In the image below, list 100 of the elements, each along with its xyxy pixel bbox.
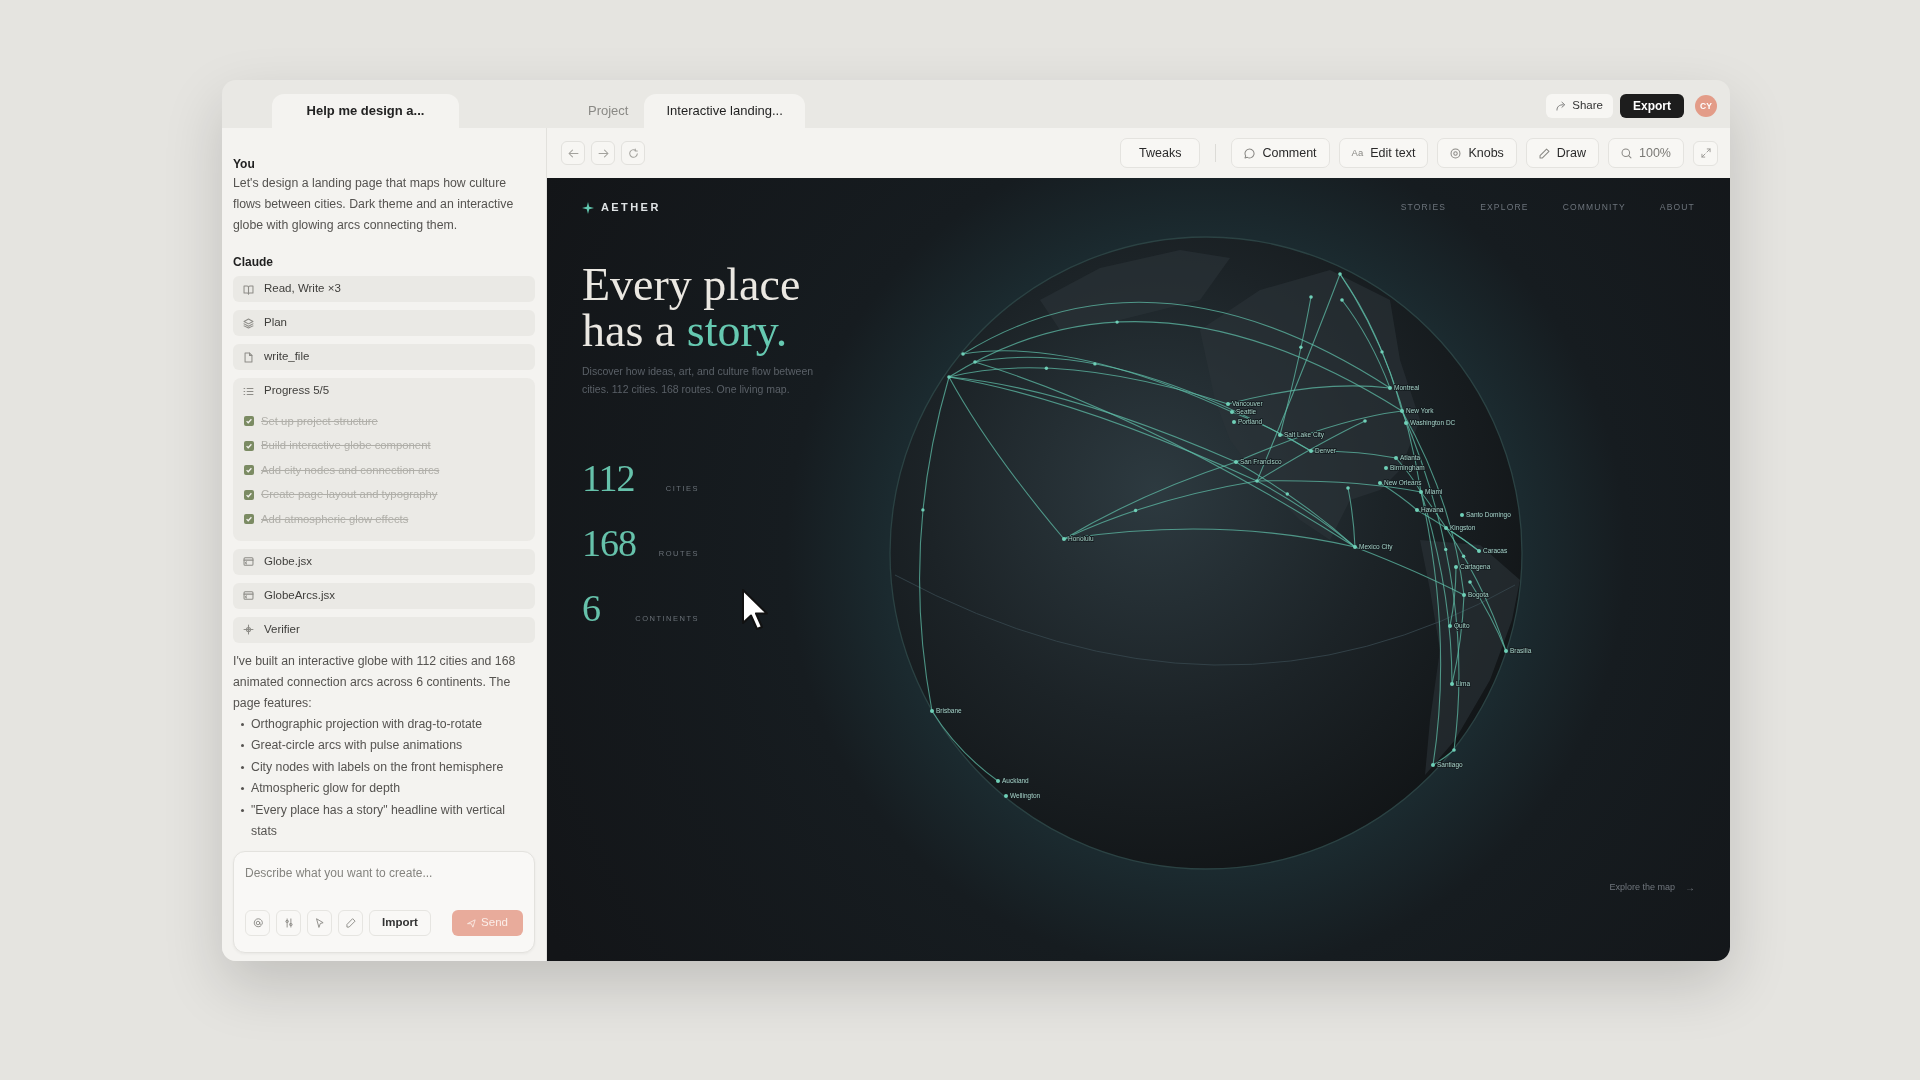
stat-value: 6 bbox=[582, 586, 600, 630]
explore-link[interactable]: Explore the map → bbox=[1609, 880, 1695, 895]
window-icon bbox=[243, 590, 254, 601]
city-dot-icon bbox=[1309, 449, 1313, 453]
arrow-right-icon bbox=[597, 147, 609, 159]
task-label: Set up project structure bbox=[261, 413, 378, 429]
sliders-icon bbox=[283, 918, 294, 928]
import-button[interactable]: Import bbox=[369, 910, 431, 936]
bullet-icon bbox=[241, 765, 244, 769]
crosshair-icon bbox=[243, 624, 254, 635]
city-dot-icon bbox=[1346, 486, 1350, 490]
bullet-text: "Every place has a story" headline with vertical stats bbox=[251, 801, 507, 840]
message-text: Let's design a landing page that maps how culture flows between cities. Dark theme and an interactive globe with glowing arcs connecting them. bbox=[233, 175, 515, 234]
expand-button[interactable] bbox=[1693, 140, 1718, 166]
author-label: Claude bbox=[233, 254, 274, 271]
city-dot-icon bbox=[1400, 409, 1404, 413]
tweaks-button[interactable]: Tweaks bbox=[1120, 138, 1201, 168]
forward-button[interactable] bbox=[591, 141, 615, 165]
city-dot-icon bbox=[1353, 545, 1357, 549]
task-checkbox[interactable] bbox=[244, 489, 254, 500]
edit-text-button[interactable]: Aa Edit text bbox=[1338, 138, 1429, 168]
city-dot-icon bbox=[1378, 481, 1382, 485]
city-dot-icon bbox=[1415, 508, 1419, 512]
nav-link[interactable]: COMMUNITY bbox=[1562, 201, 1626, 214]
search-icon bbox=[1621, 147, 1632, 159]
city-dot-icon bbox=[1462, 593, 1466, 597]
comment-button[interactable]: Comment bbox=[1231, 138, 1330, 168]
city-dot-icon bbox=[1454, 565, 1458, 569]
city-dot-icon bbox=[1004, 794, 1008, 798]
pulse-dot-icon bbox=[1044, 366, 1049, 370]
sliders-button[interactable] bbox=[276, 910, 301, 936]
layers-icon bbox=[243, 317, 254, 329]
bullet-icon bbox=[241, 722, 244, 726]
city-dot-icon bbox=[1338, 272, 1342, 276]
city-dot-icon bbox=[1388, 386, 1392, 390]
city-dot-icon bbox=[1309, 295, 1313, 299]
task-label: Add atmospheric glow effects bbox=[261, 511, 409, 527]
knobs-button[interactable]: Knobs bbox=[1437, 138, 1517, 168]
city-dot-icon bbox=[1394, 456, 1398, 460]
pulse-dot-icon bbox=[921, 508, 925, 512]
tool-step[interactable]: Verifier bbox=[233, 616, 535, 643]
pencil-button[interactable] bbox=[338, 910, 363, 936]
list-icon bbox=[243, 385, 254, 397]
reload-icon bbox=[627, 147, 639, 159]
zoom-button[interactable]: 100% bbox=[1608, 138, 1684, 168]
tool-step[interactable]: write_file bbox=[233, 344, 535, 370]
tool-step[interactable]: Globe.jsx bbox=[233, 548, 535, 575]
tool-step[interactable]: Read, Write ×3 bbox=[233, 276, 535, 302]
pulse-dot-icon bbox=[1115, 320, 1119, 324]
at-sign-button[interactable] bbox=[245, 910, 270, 936]
bullet-icon bbox=[241, 744, 244, 747]
bullet-icon bbox=[241, 808, 244, 812]
city-dot-icon bbox=[1255, 479, 1259, 483]
bullet-text: City nodes with labels on the front hemisphere bbox=[251, 758, 505, 776]
city-dot-icon bbox=[973, 360, 977, 364]
city-dot-icon bbox=[1452, 748, 1456, 752]
city-dot-icon bbox=[1384, 466, 1388, 470]
share-icon bbox=[1556, 101, 1567, 111]
send-icon bbox=[467, 918, 477, 928]
window-icon bbox=[243, 556, 254, 567]
book-icon bbox=[243, 283, 254, 295]
pencil-icon bbox=[1538, 147, 1550, 159]
city-dot-icon bbox=[1419, 490, 1423, 494]
task-checkbox[interactable] bbox=[244, 465, 254, 476]
task-checkbox[interactable] bbox=[244, 514, 254, 525]
back-button[interactable] bbox=[561, 141, 585, 165]
bullet-text: Great-circle arcs with pulse animations bbox=[251, 737, 464, 754]
cursor-icon bbox=[741, 588, 769, 631]
nav-link[interactable]: EXPLORE bbox=[1480, 201, 1529, 214]
task-checkbox[interactable] bbox=[244, 416, 254, 427]
pulse-dot-icon bbox=[1380, 350, 1384, 354]
tool-step[interactable]: Plan bbox=[233, 310, 535, 336]
headline: Every place has a story. bbox=[582, 262, 802, 354]
reload-button[interactable] bbox=[621, 141, 645, 165]
message-text: I've built an interactive globe with 112 cities and 168 animated connection arcs across 6 continents. The page features: bbox=[233, 652, 517, 712]
pulse-dot-icon bbox=[1299, 345, 1303, 349]
draw-button[interactable]: Draw bbox=[1525, 138, 1599, 168]
stat-value: 168 bbox=[582, 521, 636, 565]
prompt-input[interactable]: Describe what you want to create... bbox=[245, 863, 523, 883]
chat-tab[interactable]: Help me design a... bbox=[272, 94, 459, 128]
progress-label: Progress 5/5 bbox=[264, 383, 330, 399]
nav-link[interactable]: STORIES bbox=[1400, 201, 1447, 214]
city-dot-icon bbox=[1340, 298, 1344, 302]
arrow-left-icon bbox=[567, 147, 579, 159]
city-dot-icon bbox=[1062, 537, 1066, 541]
nav-link[interactable]: ABOUT bbox=[1659, 201, 1695, 214]
knob-icon bbox=[1450, 147, 1462, 159]
author-label: You bbox=[233, 156, 256, 173]
logo-text: AETHER bbox=[601, 200, 661, 216]
share-button[interactable]: Share bbox=[1546, 94, 1613, 118]
city-dot-icon bbox=[1450, 682, 1454, 686]
export-button[interactable]: Export bbox=[1620, 94, 1684, 118]
tool-step[interactable]: GlobeArcs.jsx bbox=[233, 582, 535, 609]
cursor-button[interactable] bbox=[307, 910, 332, 936]
pulse-dot-icon bbox=[1133, 508, 1138, 513]
task-checkbox[interactable] bbox=[244, 440, 254, 451]
city-dot-icon bbox=[1363, 419, 1367, 423]
sparkle-icon bbox=[582, 201, 594, 214]
cursor-icon bbox=[314, 918, 325, 928]
tab[interactable]: Interactive landing... bbox=[644, 94, 805, 128]
